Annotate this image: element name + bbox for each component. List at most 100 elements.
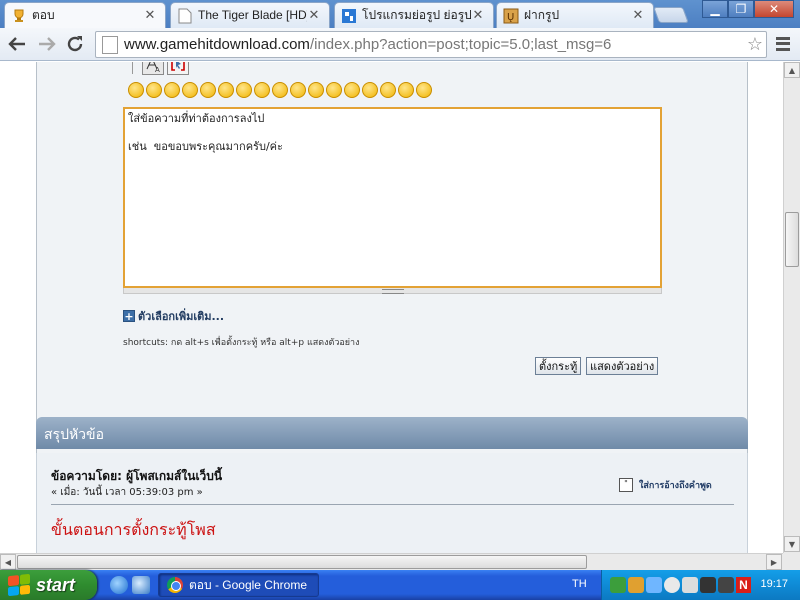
topic-summary-body: ข้อความโดย: ผู้โพสเกมส์ในเว็บนี้ « เมื่อ… <box>36 453 748 553</box>
post-heading: ขั้นตอนการตั้งกระทู้โพส <box>51 520 216 539</box>
smiley-icon[interactable] <box>146 82 162 98</box>
vertical-scrollbar[interactable]: ▲ ▼ <box>783 62 800 553</box>
windows-logo-icon <box>8 573 30 597</box>
internet-explorer-icon[interactable] <box>110 576 128 594</box>
text-format-icon[interactable]: A <box>142 62 164 75</box>
smiley-icon[interactable] <box>236 82 252 98</box>
smiley-icon[interactable] <box>254 82 270 98</box>
tab-tiger-blade[interactable]: The Tiger Blade [HD] เ ✕ <box>170 2 330 28</box>
smiley-icon[interactable] <box>128 82 144 98</box>
scrollbar-corner <box>783 553 800 570</box>
menu-icon[interactable] <box>772 34 794 54</box>
post-date: « เมื่อ: วันนี้ เวลา 05:39:03 pm » <box>51 487 203 498</box>
site-icon <box>341 8 357 24</box>
insert-quote-link[interactable]: " ใส่การอ้างถึงคำพูด <box>619 478 712 492</box>
quicklaunch-app-icon[interactable] <box>132 576 150 594</box>
smiley-bar <box>128 82 432 98</box>
browser-tabstrip: ตอบ ✕ The Tiger Blade [HD] เ ✕ โปรแกรมย่… <box>0 0 800 28</box>
smiley-icon[interactable] <box>344 82 360 98</box>
smiley-icon[interactable] <box>182 82 198 98</box>
taskbar-window-title: ตอบ - Google Chrome <box>189 577 307 592</box>
display-icon[interactable] <box>646 577 662 593</box>
address-bar[interactable]: www.gamehitdownload.com/index.php?action… <box>95 31 767 58</box>
url-path: /index.php?action=post;topic=5.0;last_ms… <box>309 36 612 53</box>
browser-toolbar: www.gamehitdownload.com/index.php?action… <box>0 28 800 61</box>
tab-title: ฝากรูป <box>524 8 560 22</box>
horizontal-scrollbar[interactable]: ◀ ▶ <box>0 553 783 570</box>
tray-app-icon[interactable] <box>628 577 644 593</box>
textarea-resize-handle[interactable] <box>123 288 662 294</box>
vertical-scroll-thumb[interactable] <box>785 212 799 267</box>
post-author: ข้อความโดย: ผู้โพสเกมส์ในเว็บนี้ <box>51 469 223 483</box>
tab-title: The Tiger Blade [HD] เ <box>198 8 307 22</box>
scroll-right-arrow-icon[interactable]: ▶ <box>766 554 782 570</box>
insert-quote-label: ใส่การอ้างถึงคำพูด <box>639 481 712 491</box>
trophy-icon <box>11 8 27 24</box>
reload-icon[interactable] <box>64 33 86 55</box>
chrome-icon <box>167 577 183 593</box>
smiley-icon[interactable] <box>362 82 378 98</box>
bookmark-star-icon[interactable]: ☆ <box>744 34 766 55</box>
tray-tool-icon[interactable] <box>700 577 716 593</box>
image-host-icon: Ų <box>503 8 519 24</box>
page-icon <box>102 35 118 54</box>
svg-text:Ų: Ų <box>507 12 514 23</box>
back-arrow-icon[interactable] <box>6 33 28 55</box>
horizontal-scroll-thumb[interactable] <box>17 555 587 569</box>
window-close-icon[interactable]: ✕ <box>754 0 794 18</box>
scroll-up-arrow-icon[interactable]: ▲ <box>784 62 800 78</box>
close-tab-icon[interactable]: ✕ <box>307 8 321 23</box>
tray-tool-icon-2[interactable] <box>718 577 734 593</box>
close-tab-icon[interactable]: ✕ <box>631 8 645 23</box>
network-icon[interactable] <box>610 577 626 593</box>
quote-icon: " <box>619 478 633 492</box>
volume-icon[interactable] <box>682 577 698 593</box>
post-button[interactable]: ตั้งกระทู้ <box>535 357 582 375</box>
restore-icon[interactable]: ❐ <box>728 0 754 18</box>
svg-text:A: A <box>155 66 160 73</box>
clock: 19:17 <box>760 578 788 590</box>
more-options-label: ตัวเลือกเพิ่มเติม... <box>138 310 225 323</box>
code-tag-icon[interactable] <box>167 62 189 75</box>
smiley-icon[interactable] <box>308 82 324 98</box>
preview-button[interactable]: แสดงตัวอย่าง <box>586 357 659 375</box>
close-tab-icon[interactable]: ✕ <box>143 8 157 23</box>
taskbar-chrome-window[interactable]: ตอบ - Google Chrome <box>158 573 319 597</box>
smiley-icon[interactable] <box>218 82 234 98</box>
close-tab-icon[interactable]: ✕ <box>471 8 485 23</box>
smiley-icon[interactable] <box>272 82 288 98</box>
page-viewport: A + ตัวเลือกเพิ่มเติม... shortcuts: กด a… <box>0 62 783 553</box>
smiley-icon[interactable] <box>398 82 414 98</box>
tab-title: ตอบ <box>32 8 55 22</box>
tab-reply[interactable]: ตอบ ✕ <box>4 2 166 28</box>
window-controls: ▁ ❐ ✕ <box>702 0 794 18</box>
minimize-icon[interactable]: ▁ <box>702 0 728 18</box>
tab-resize-program[interactable]: โปรแกรมย่อรูป ย่อรูปไม่ ✕ <box>334 2 494 28</box>
n-app-icon[interactable]: N <box>736 577 751 593</box>
scroll-down-arrow-icon[interactable]: ▼ <box>784 536 800 552</box>
smiley-icon[interactable] <box>380 82 396 98</box>
smiley-icon[interactable] <box>326 82 342 98</box>
post-form-panel: A + ตัวเลือกเพิ่มเติม... shortcuts: กด a… <box>36 62 748 464</box>
scroll-left-arrow-icon[interactable]: ◀ <box>0 554 16 570</box>
smiley-icon[interactable] <box>416 82 432 98</box>
url-text: www.gamehitdownload.com/index.php?action… <box>124 36 744 53</box>
toolbar-separator <box>132 62 133 74</box>
smiley-icon[interactable] <box>290 82 306 98</box>
url-host: www.gamehitdownload.com <box>124 36 310 53</box>
forward-arrow-icon[interactable] <box>36 33 58 55</box>
language-indicator[interactable]: TH <box>572 578 587 590</box>
windows-taskbar: start ตอบ - Google Chrome TH N 19:17 <box>0 570 800 600</box>
new-tab-button[interactable] <box>653 7 689 23</box>
smiley-icon[interactable] <box>200 82 216 98</box>
message-textarea[interactable] <box>123 107 662 288</box>
disc-icon[interactable] <box>664 577 680 593</box>
tab-image-host[interactable]: Ų ฝากรูป ✕ <box>496 2 654 28</box>
smiley-icon[interactable] <box>164 82 180 98</box>
more-options-toggle[interactable]: + ตัวเลือกเพิ่มเติม... <box>123 307 224 325</box>
tab-title: โปรแกรมย่อรูป ย่อรูปไม่ <box>362 8 471 22</box>
post-divider <box>51 504 734 505</box>
page-icon <box>177 8 193 24</box>
start-label: start <box>36 574 76 595</box>
start-button[interactable]: start <box>0 570 97 600</box>
